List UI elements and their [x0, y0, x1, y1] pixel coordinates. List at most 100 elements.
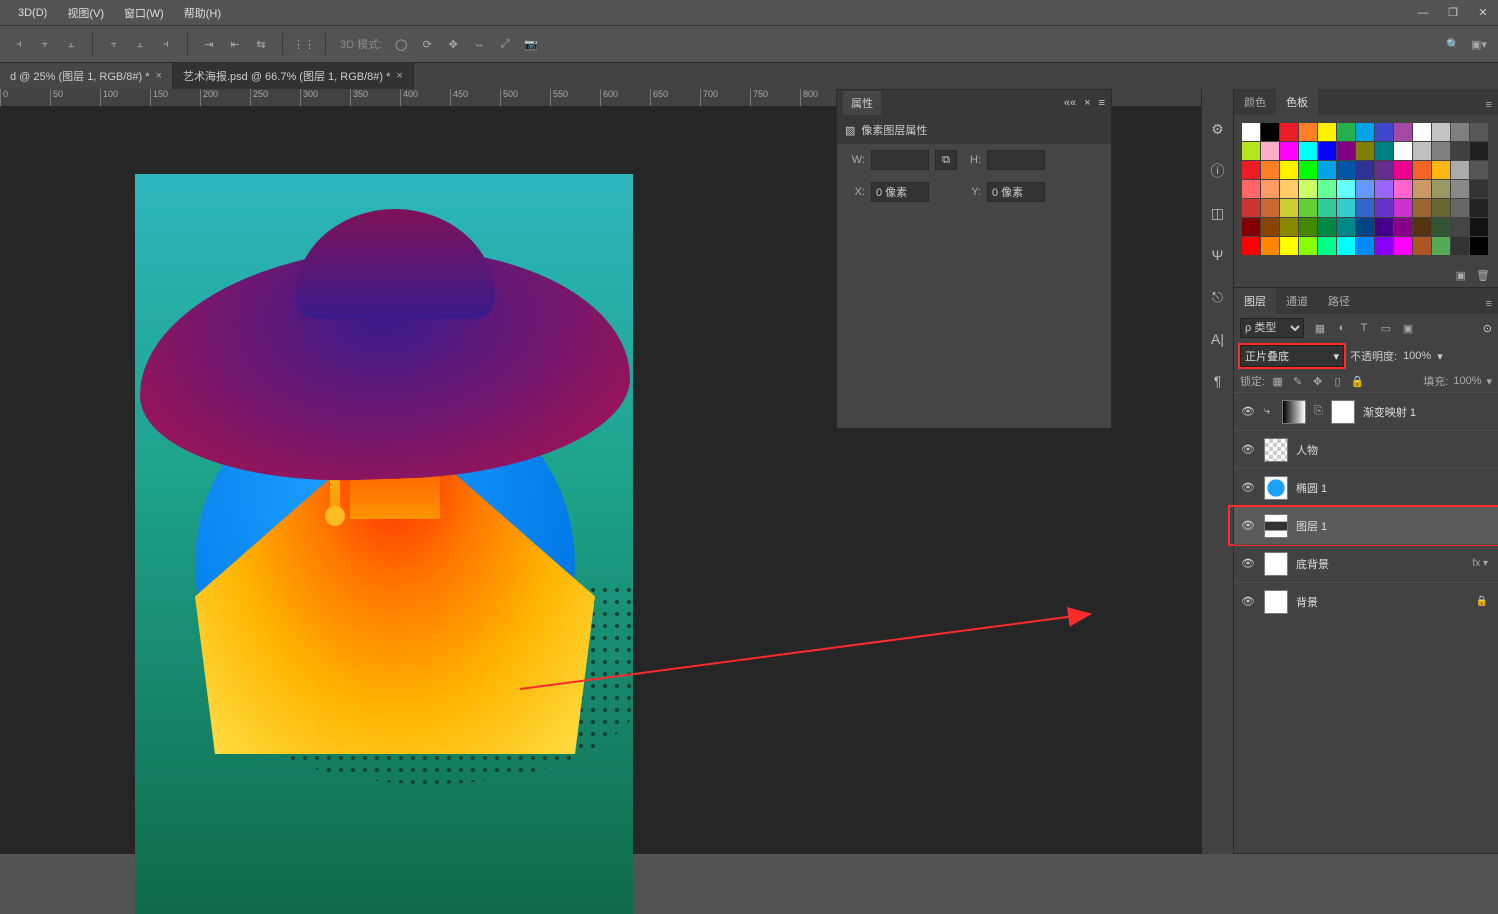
lock-position-icon[interactable]: ✥: [1310, 374, 1325, 389]
swatch[interactable]: [1432, 180, 1450, 198]
swatch[interactable]: [1242, 142, 1260, 160]
glyphs-icon[interactable]: ⎋: [1208, 287, 1228, 307]
swatch[interactable]: [1299, 180, 1317, 198]
filter-adjust-icon[interactable]: ◐: [1334, 320, 1350, 336]
styles-icon[interactable]: ◫: [1208, 203, 1228, 223]
swatch[interactable]: [1337, 218, 1355, 236]
canvas-area[interactable]: 0501001502002503003504004505005506006507…: [0, 89, 1201, 854]
swatch[interactable]: [1413, 218, 1431, 236]
swatch[interactable]: [1242, 218, 1260, 236]
swatch[interactable]: [1413, 180, 1431, 198]
swatch[interactable]: [1394, 142, 1412, 160]
visibility-toggle-icon[interactable]: 👁: [1240, 481, 1256, 494]
layer-name[interactable]: 背景: [1296, 594, 1468, 610]
fx-indicator[interactable]: fx ▾: [1472, 558, 1492, 569]
3d-orbit-icon[interactable]: ◯: [390, 33, 412, 55]
swatch[interactable]: [1299, 123, 1317, 141]
swatch[interactable]: [1280, 218, 1298, 236]
paragraph-icon[interactable]: Ψ: [1208, 245, 1228, 265]
swatch[interactable]: [1470, 199, 1488, 217]
blend-mode-select[interactable]: 正片叠底▾: [1240, 345, 1344, 367]
swatch[interactable]: [1432, 161, 1450, 179]
swatch[interactable]: [1356, 237, 1374, 255]
minimize-button[interactable]: —: [1408, 0, 1438, 25]
filter-pixel-icon[interactable]: ▦: [1312, 320, 1328, 336]
visibility-toggle-icon[interactable]: 👁: [1240, 519, 1256, 532]
close-button[interactable]: ✕: [1468, 0, 1498, 25]
trash-icon[interactable]: 🗑: [1476, 269, 1490, 282]
tab-channels[interactable]: 通道: [1276, 288, 1318, 314]
layer-row[interactable]: 👁背景🔒: [1234, 582, 1498, 620]
swatch[interactable]: [1280, 237, 1298, 255]
menu-3d[interactable]: 3D(D): [8, 7, 57, 19]
align-left-icon[interactable]: ⫞: [8, 33, 30, 55]
align-center-h-icon[interactable]: ⫟: [34, 33, 56, 55]
chevron-down-icon[interactable]: ▾: [1437, 350, 1443, 363]
layer-name[interactable]: 椭圆 1: [1296, 480, 1492, 496]
chevron-down-icon[interactable]: ▾: [1486, 375, 1492, 388]
swatch[interactable]: [1337, 199, 1355, 217]
maximize-button[interactable]: ❐: [1438, 0, 1468, 25]
swatch[interactable]: [1280, 161, 1298, 179]
doc-tab-2[interactable]: 艺术海报.psd @ 66.7% (图层 1, RGB/8#) * ×: [173, 63, 414, 89]
swatch[interactable]: [1470, 218, 1488, 236]
swatch[interactable]: [1375, 161, 1393, 179]
workspace-switcher-icon[interactable]: ▣▾: [1468, 33, 1490, 55]
swatch[interactable]: [1337, 161, 1355, 179]
swatch[interactable]: [1356, 161, 1374, 179]
swatch[interactable]: [1318, 237, 1336, 255]
swatch[interactable]: [1299, 161, 1317, 179]
swatch[interactable]: [1432, 199, 1450, 217]
align-bottom-icon[interactable]: ⫞: [155, 33, 177, 55]
swatch[interactable]: [1432, 218, 1450, 236]
layer-name[interactable]: 渐变映射 1: [1363, 404, 1492, 420]
opacity-value[interactable]: 100%: [1403, 350, 1431, 362]
swatch[interactable]: [1413, 161, 1431, 179]
tab-swatches[interactable]: 色板: [1276, 89, 1318, 115]
layer-thumbnail[interactable]: [1264, 476, 1288, 500]
character-icon[interactable]: A|: [1208, 329, 1228, 349]
layer-thumbnail[interactable]: [1264, 590, 1288, 614]
swatch[interactable]: [1451, 180, 1469, 198]
swatch[interactable]: [1432, 237, 1450, 255]
fill-value[interactable]: 100%: [1453, 375, 1481, 387]
swatch[interactable]: [1394, 161, 1412, 179]
panel-collapse-icon[interactable]: ««: [1064, 97, 1076, 109]
visibility-toggle-icon[interactable]: 👁: [1240, 595, 1256, 608]
swatch[interactable]: [1318, 161, 1336, 179]
info-icon[interactable]: ⓘ: [1208, 161, 1228, 181]
swatch[interactable]: [1451, 161, 1469, 179]
swatch[interactable]: [1375, 142, 1393, 160]
swatch[interactable]: [1337, 180, 1355, 198]
swatch[interactable]: [1356, 199, 1374, 217]
panel-menu-icon[interactable]: ≡: [1480, 95, 1498, 115]
swatch[interactable]: [1470, 161, 1488, 179]
filter-toggle-icon[interactable]: ⊙: [1483, 322, 1492, 335]
swatch[interactable]: [1261, 237, 1279, 255]
layer-name[interactable]: 底背景: [1296, 556, 1464, 572]
swatch[interactable]: [1451, 123, 1469, 141]
visibility-toggle-icon[interactable]: 👁: [1240, 557, 1256, 570]
swatch[interactable]: [1375, 123, 1393, 141]
swatch[interactable]: [1356, 218, 1374, 236]
swatch[interactable]: [1242, 123, 1260, 141]
swatch[interactable]: [1451, 218, 1469, 236]
filter-smart-icon[interactable]: ▣: [1400, 320, 1416, 336]
3d-slide-icon[interactable]: ↔: [468, 33, 490, 55]
swatch[interactable]: [1280, 180, 1298, 198]
swatch[interactable]: [1242, 161, 1260, 179]
swatch[interactable]: [1280, 142, 1298, 160]
swatch[interactable]: [1261, 180, 1279, 198]
new-swatch-icon[interactable]: ▣: [1456, 269, 1466, 282]
swatch[interactable]: [1451, 199, 1469, 217]
swatch[interactable]: [1394, 237, 1412, 255]
height-input[interactable]: [987, 150, 1045, 170]
swatch[interactable]: [1394, 199, 1412, 217]
doc-tab-1[interactable]: d @ 25% (图层 1, RGB/8#) * ×: [0, 63, 173, 89]
menu-help[interactable]: 帮助(H): [174, 5, 231, 21]
swatch[interactable]: [1470, 142, 1488, 160]
y-input[interactable]: [987, 182, 1045, 202]
layer-thumbnail[interactable]: [1282, 400, 1306, 424]
swatch[interactable]: [1413, 199, 1431, 217]
layer-thumbnail[interactable]: [1264, 438, 1288, 462]
